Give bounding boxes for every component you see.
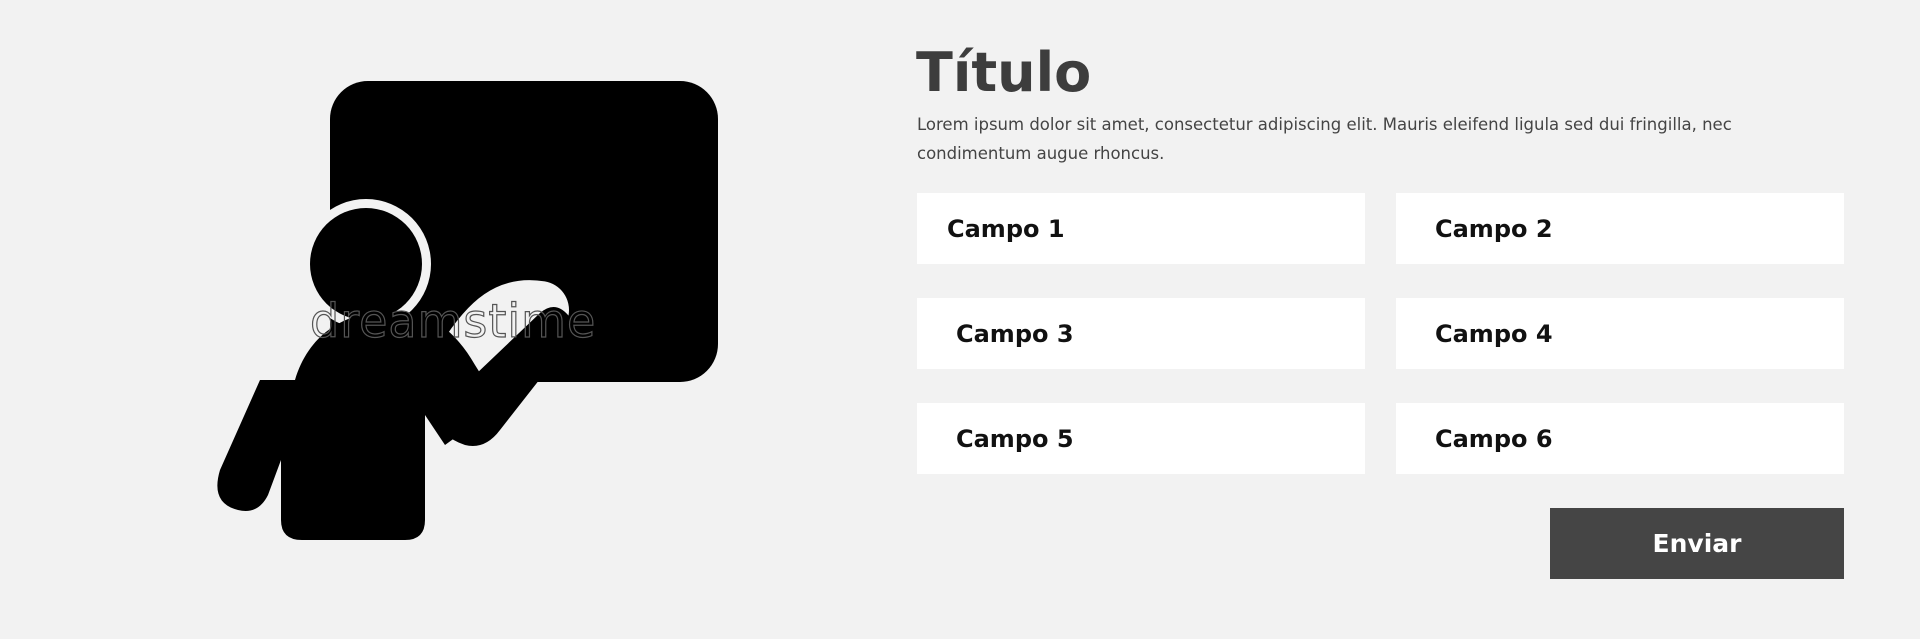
campo-1-placeholder: Campo 1 bbox=[947, 214, 1065, 243]
campo-6-field[interactable]: Campo 6 bbox=[1396, 403, 1844, 474]
campo-5-field[interactable]: Campo 5 bbox=[917, 403, 1365, 474]
page-title: Título bbox=[916, 41, 1092, 104]
campo-5-placeholder: Campo 5 bbox=[956, 424, 1074, 453]
enviar-button[interactable]: Enviar bbox=[1550, 508, 1844, 579]
campo-2-placeholder: Campo 2 bbox=[1435, 214, 1553, 243]
watermark-text: dreamstime bbox=[310, 294, 596, 348]
campo-2-field[interactable]: Campo 2 bbox=[1396, 193, 1844, 264]
campo-3-field[interactable]: Campo 3 bbox=[917, 298, 1365, 369]
campo-4-placeholder: Campo 4 bbox=[1435, 319, 1553, 348]
campo-1-field[interactable]: Campo 1 bbox=[917, 193, 1365, 264]
campo-3-placeholder: Campo 3 bbox=[956, 319, 1074, 348]
teacher-at-blackboard-icon: dreamstime bbox=[200, 75, 730, 555]
campo-6-placeholder: Campo 6 bbox=[1435, 424, 1553, 453]
campo-4-field[interactable]: Campo 4 bbox=[1396, 298, 1844, 369]
page-description: Lorem ipsum dolor sit amet, consectetur … bbox=[917, 115, 1732, 163]
